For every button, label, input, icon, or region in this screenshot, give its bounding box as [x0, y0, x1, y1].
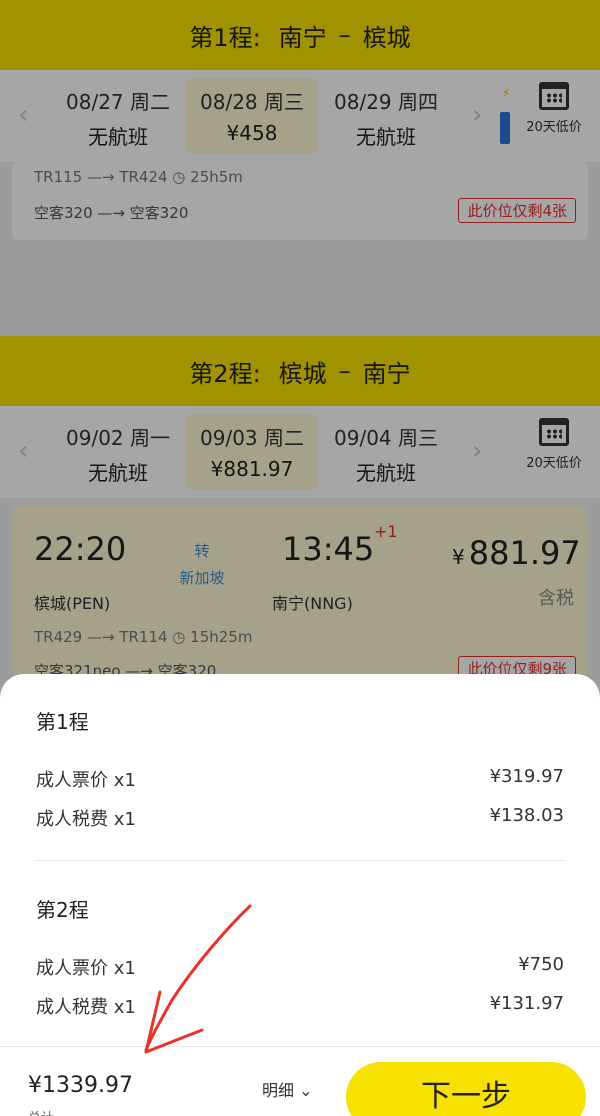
- annotation-arrow: [144, 904, 252, 1054]
